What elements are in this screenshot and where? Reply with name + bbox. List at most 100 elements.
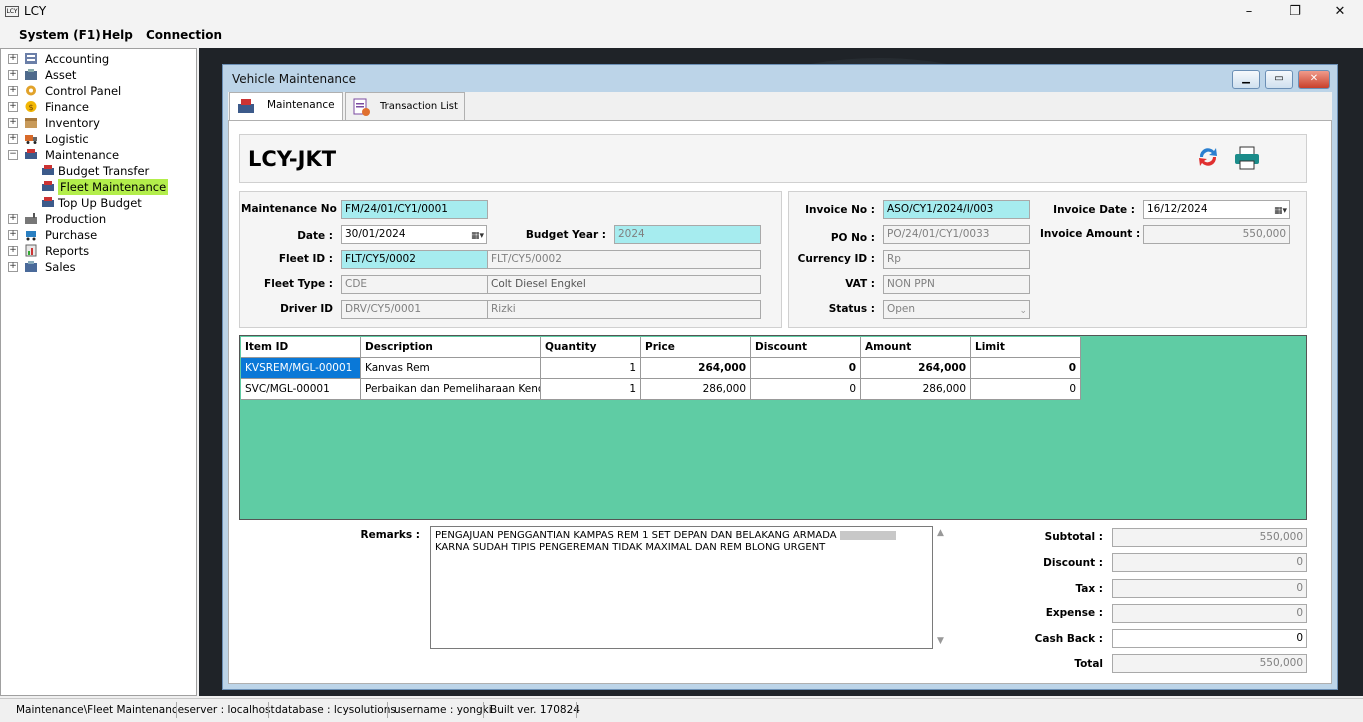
expand-icon[interactable]: +: [8, 54, 18, 64]
currency-id-field[interactable]: Rp: [883, 250, 1030, 269]
status-separator: [176, 702, 177, 718]
subtotal-label: Subtotal :: [1044, 531, 1103, 543]
expand-icon[interactable]: +: [8, 86, 18, 96]
budget-year-field[interactable]: 2024: [614, 225, 761, 244]
menu-connection[interactable]: Connection: [146, 28, 222, 42]
app-icon: LCY: [5, 6, 19, 17]
column-header-item-id[interactable]: Item ID: [241, 337, 361, 358]
invoice-amount-field[interactable]: 550,000: [1143, 225, 1290, 244]
tab-transaction-list[interactable]: Transaction List: [345, 92, 465, 120]
table-cell-amount[interactable]: 286,000: [861, 379, 971, 400]
cash-back-field[interactable]: 0: [1112, 629, 1307, 648]
expense-field[interactable]: 0: [1112, 604, 1307, 623]
table-cell-item-id[interactable]: KVSREM/MGL-00001: [241, 358, 361, 379]
table-cell-description[interactable]: Perbaikan dan Pemeliharaan Kend...: [361, 379, 541, 400]
column-header-description[interactable]: Description: [361, 337, 541, 358]
refresh-icon[interactable]: [1196, 145, 1220, 169]
total-field[interactable]: 550,000: [1112, 654, 1307, 673]
fleet-type-field[interactable]: CDE: [341, 275, 488, 294]
invoice-date-picker[interactable]: 16/12/2024 ▦▾: [1143, 200, 1290, 219]
column-header-discount[interactable]: Discount: [751, 337, 861, 358]
column-header-price[interactable]: Price: [641, 337, 751, 358]
date-picker[interactable]: 30/01/2024 ▦▾: [341, 225, 487, 244]
close-button[interactable]: ✕: [1320, 2, 1360, 22]
status-separator: [387, 702, 388, 718]
maintenance-no-field[interactable]: FM/24/01/CY1/0001: [341, 200, 488, 219]
tools-icon: [42, 181, 54, 191]
driver-id-label: Driver ID: [280, 303, 333, 315]
column-header-amount[interactable]: Amount: [861, 337, 971, 358]
gear-icon: [26, 85, 36, 96]
menu-help[interactable]: Help: [102, 28, 133, 42]
fleet-id-field[interactable]: FLT/CY5/0002: [341, 250, 488, 269]
expand-icon[interactable]: +: [8, 118, 18, 128]
table-cell-item-id[interactable]: SVC/MGL-00001: [241, 379, 361, 400]
driver-name-field: Rizki: [487, 300, 761, 319]
column-header-limit[interactable]: Limit: [971, 337, 1081, 358]
app-title: LCY: [24, 4, 47, 18]
title-bar: [0, 0, 1363, 24]
clipboard-clock-icon: [353, 98, 370, 116]
table-cell-discount[interactable]: 0: [751, 379, 861, 400]
expand-icon[interactable]: +: [8, 102, 18, 112]
expand-icon[interactable]: +: [8, 134, 18, 144]
expense-label: Expense :: [1045, 607, 1103, 619]
window-close-button[interactable]: ✕: [1298, 70, 1330, 89]
expand-icon[interactable]: +: [8, 70, 18, 80]
po-no-field[interactable]: PO/24/01/CY1/0033: [883, 225, 1030, 244]
remarks-line-1: PENGAJUAN PENGGANTIAN KAMPAS REM 1 SET D…: [435, 530, 928, 542]
subtotal-field[interactable]: 550,000: [1112, 528, 1307, 547]
coins-icon: $: [25, 101, 37, 112]
date-value: 30/01/2024: [345, 228, 406, 240]
table-cell-limit[interactable]: 0: [971, 379, 1081, 400]
table-cell-discount[interactable]: 0: [751, 358, 861, 379]
table-cell-amount[interactable]: 264,000: [861, 358, 971, 379]
total-label: Total: [1074, 658, 1103, 670]
menu-system[interactable]: System (F1): [19, 28, 101, 42]
driver-id-field[interactable]: DRV/CY5/0001: [341, 300, 488, 319]
budget-year-label: Budget Year :: [525, 229, 606, 241]
table-cell-limit[interactable]: 0: [971, 358, 1081, 379]
minimize-button[interactable]: –: [1229, 2, 1269, 22]
expand-icon[interactable]: +: [8, 262, 18, 272]
maintenance-no-label: Maintenance No :: [241, 203, 345, 215]
scroll-down-icon[interactable]: ▼: [937, 636, 944, 646]
tax-field[interactable]: 0: [1112, 579, 1307, 598]
vat-field[interactable]: NON PPN: [883, 275, 1030, 294]
status-dropdown[interactable]: Open ⌄: [883, 300, 1030, 319]
tab-maintenance[interactable]: Maintenance: [229, 92, 343, 120]
sales-icon: [25, 261, 37, 272]
remarks-textarea[interactable]: PENGAJUAN PENGGANTIAN KAMPAS REM 1 SET D…: [430, 526, 933, 649]
table-cell-price[interactable]: 286,000: [641, 379, 751, 400]
expand-icon[interactable]: +: [8, 246, 18, 256]
calendar-dropdown-icon[interactable]: ▦▾: [471, 228, 484, 243]
collapse-icon[interactable]: −: [8, 150, 18, 160]
chevron-down-icon[interactable]: ⌄: [1019, 303, 1027, 318]
cash-back-label: Cash Back :: [1034, 633, 1103, 645]
table-cell-description[interactable]: Kanvas Rem: [361, 358, 541, 379]
remarks-line-2: KARNA SUDAH TIPIS PENGEREMAN TIDAK MAXIM…: [435, 542, 826, 553]
table-cell-quantity[interactable]: 1: [541, 379, 641, 400]
expand-icon[interactable]: +: [8, 214, 18, 224]
tax-label: Tax :: [1075, 583, 1103, 595]
table-cell-quantity[interactable]: 1: [541, 358, 641, 379]
fleet-id-label: Fleet ID :: [278, 253, 333, 265]
fleet-id-description: FLT/CY5/0002: [487, 250, 761, 269]
invoice-no-field[interactable]: ASO/CY1/2024/I/003: [883, 200, 1030, 219]
column-header-quantity[interactable]: Quantity: [541, 337, 641, 358]
print-icon[interactable]: [1233, 145, 1261, 171]
status-separator: [268, 702, 269, 718]
window-minimize-button[interactable]: ▁: [1232, 70, 1260, 89]
restore-button[interactable]: ❐: [1275, 2, 1315, 22]
table-cell-price[interactable]: 264,000: [641, 358, 751, 379]
window-restore-button[interactable]: ▭: [1265, 70, 1293, 89]
remarks-scrollbar[interactable]: ▲ ▼: [934, 526, 948, 649]
remarks-label: Remarks :: [360, 529, 421, 541]
invoice-date-label: Invoice Date :: [1053, 204, 1135, 216]
scroll-up-icon[interactable]: ▲: [937, 528, 944, 538]
tools-icon: [25, 149, 37, 159]
expand-icon[interactable]: +: [8, 230, 18, 240]
status-bar: Maintenance\Fleet Maintenance server : l…: [0, 698, 1363, 722]
discount-field[interactable]: 0: [1112, 553, 1307, 572]
calendar-dropdown-icon[interactable]: ▦▾: [1274, 203, 1287, 218]
